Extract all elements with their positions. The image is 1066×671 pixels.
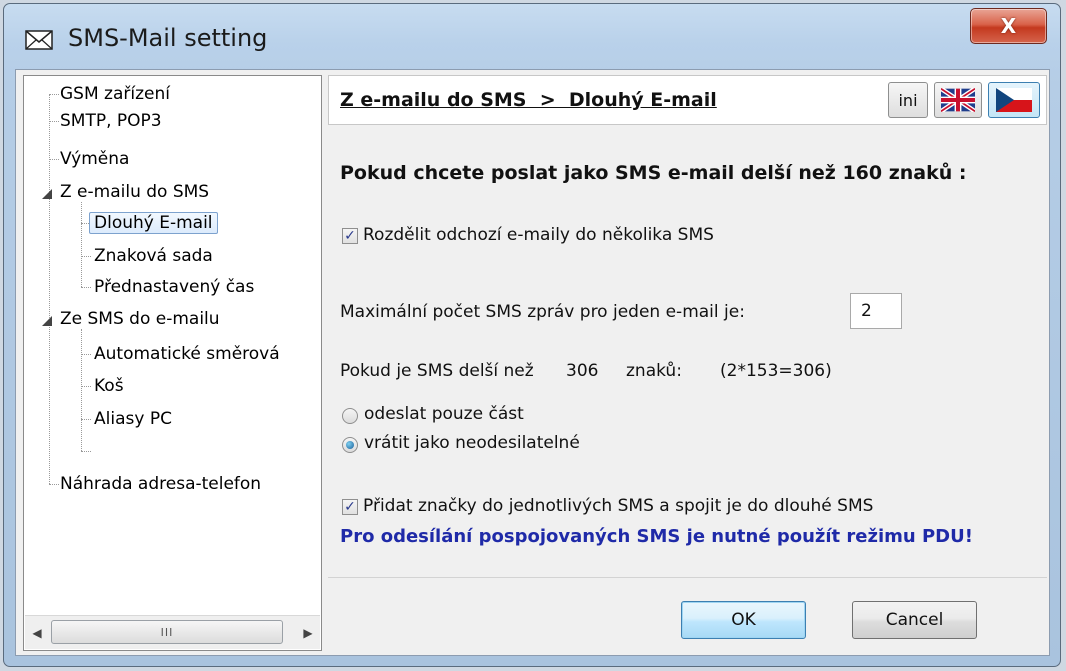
ini-button[interactable]: ini [888, 82, 928, 118]
tree-connector [81, 419, 91, 420]
tree-connector [81, 451, 91, 452]
tree-connector [49, 94, 59, 95]
cancel-button[interactable]: Cancel [852, 601, 977, 639]
tree-item-aliases-pc[interactable]: Aliasy PC [94, 405, 172, 433]
settings-window: SMS-Mail setting X GSM zařízení SMTP, PO… [3, 3, 1061, 667]
tree-item-vymena[interactable]: Výměna [60, 145, 129, 173]
longer-than-calc: (2*153=306) [720, 361, 832, 381]
tree-horizontal-scrollbar[interactable]: ◀ III ▶ [25, 615, 320, 649]
close-button[interactable]: X [970, 8, 1047, 44]
ok-button[interactable]: OK [681, 601, 806, 639]
tree-item-kos[interactable]: Koš [94, 372, 124, 400]
tree-connector [49, 484, 59, 485]
tree-connector [49, 159, 59, 160]
section-heading: Pokud chcete poslat jako SMS e-mail delš… [340, 162, 967, 184]
tree-item-auto-routing[interactable]: Automatické směrová [94, 340, 280, 368]
concat-sms-label: Přidat značky do jednotlivých SMS a spoj… [363, 496, 874, 516]
settings-tree[interactable]: GSM zařízení SMTP, POP3 Výměna Z e-mailu… [23, 75, 322, 651]
long-email-settings: Pokud chcete poslat jako SMS e-mail delš… [328, 128, 1047, 573]
title-bar[interactable]: SMS-Mail setting X [4, 4, 1060, 76]
checkmark-icon: ✓ [344, 499, 356, 515]
window-title: SMS-Mail setting [68, 24, 268, 52]
tree-item-smtp-pop3[interactable]: SMTP, POP3 [60, 107, 162, 135]
tree-item-preset-time[interactable]: Přednastavený čas [94, 273, 254, 301]
tree-item-sms-to-email[interactable]: Ze SMS do e-mailu [60, 305, 220, 333]
breadcrumb: Z e-mailu do SMS > Dlouhý E-mail [340, 89, 717, 111]
send-part-radio[interactable] [342, 408, 358, 424]
pdu-note: Pro odesílání pospojovaných SMS je nutné… [340, 526, 973, 547]
max-sms-input[interactable]: 2 [850, 293, 902, 329]
return-undeliverable-label: vrátit jako neodesilatelné [364, 433, 580, 453]
dialog-client-area: GSM zařízení SMTP, POP3 Výměna Z e-mailu… [15, 69, 1050, 656]
split-emails-checkbox[interactable]: ✓ [342, 228, 358, 244]
scroll-thumb[interactable]: III [51, 620, 283, 644]
checkmark-icon: ✓ [344, 228, 356, 244]
max-sms-label: Maximální počet SMS zpráv pro jeden e-ma… [340, 302, 745, 322]
english-language-button[interactable] [934, 82, 982, 118]
envelope-icon [25, 30, 53, 54]
tree-item-address-phone[interactable]: Náhrada adresa-telefon [60, 470, 261, 498]
tree-connector [81, 202, 82, 287]
footer-divider [328, 577, 1047, 578]
tree-item-charset[interactable]: Znaková sada [94, 242, 213, 270]
send-part-label: odeslat pouze část [364, 404, 524, 424]
close-icon: X [1000, 14, 1017, 38]
longer-than-count: 306 [566, 361, 599, 381]
tree-connector [81, 354, 91, 355]
tree-connector [49, 94, 50, 484]
collapse-arrow-icon[interactable] [42, 189, 52, 199]
tree-item-gsm[interactable]: GSM zařízení [60, 80, 170, 108]
concat-sms-checkbox[interactable]: ✓ [342, 499, 358, 515]
cz-flag-icon [996, 88, 1032, 112]
scroll-right-icon[interactable]: ▶ [296, 616, 320, 649]
uk-flag-icon [941, 88, 975, 112]
czech-language-button[interactable] [988, 82, 1040, 118]
tree-connector [81, 287, 91, 288]
return-undeliverable-radio[interactable] [342, 437, 358, 453]
collapse-arrow-icon[interactable] [42, 316, 52, 326]
tree-connector [81, 256, 91, 257]
tree-item-email-to-sms[interactable]: Z e-mailu do SMS [60, 178, 209, 206]
longer-than-suffix: znaků: [626, 361, 682, 381]
split-emails-label: Rozdělit odchozí e-maily do několika SMS [363, 225, 714, 245]
tree-connector [81, 329, 82, 451]
page-header: Z e-mailu do SMS > Dlouhý E-mail ini [328, 75, 1047, 125]
scroll-left-icon[interactable]: ◀ [25, 616, 49, 649]
tree-connector [49, 121, 59, 122]
tree-item-long-email[interactable]: Dlouhý E-mail [89, 209, 218, 237]
tree-connector [81, 386, 91, 387]
longer-than-prefix: Pokud je SMS delší než [340, 361, 534, 381]
